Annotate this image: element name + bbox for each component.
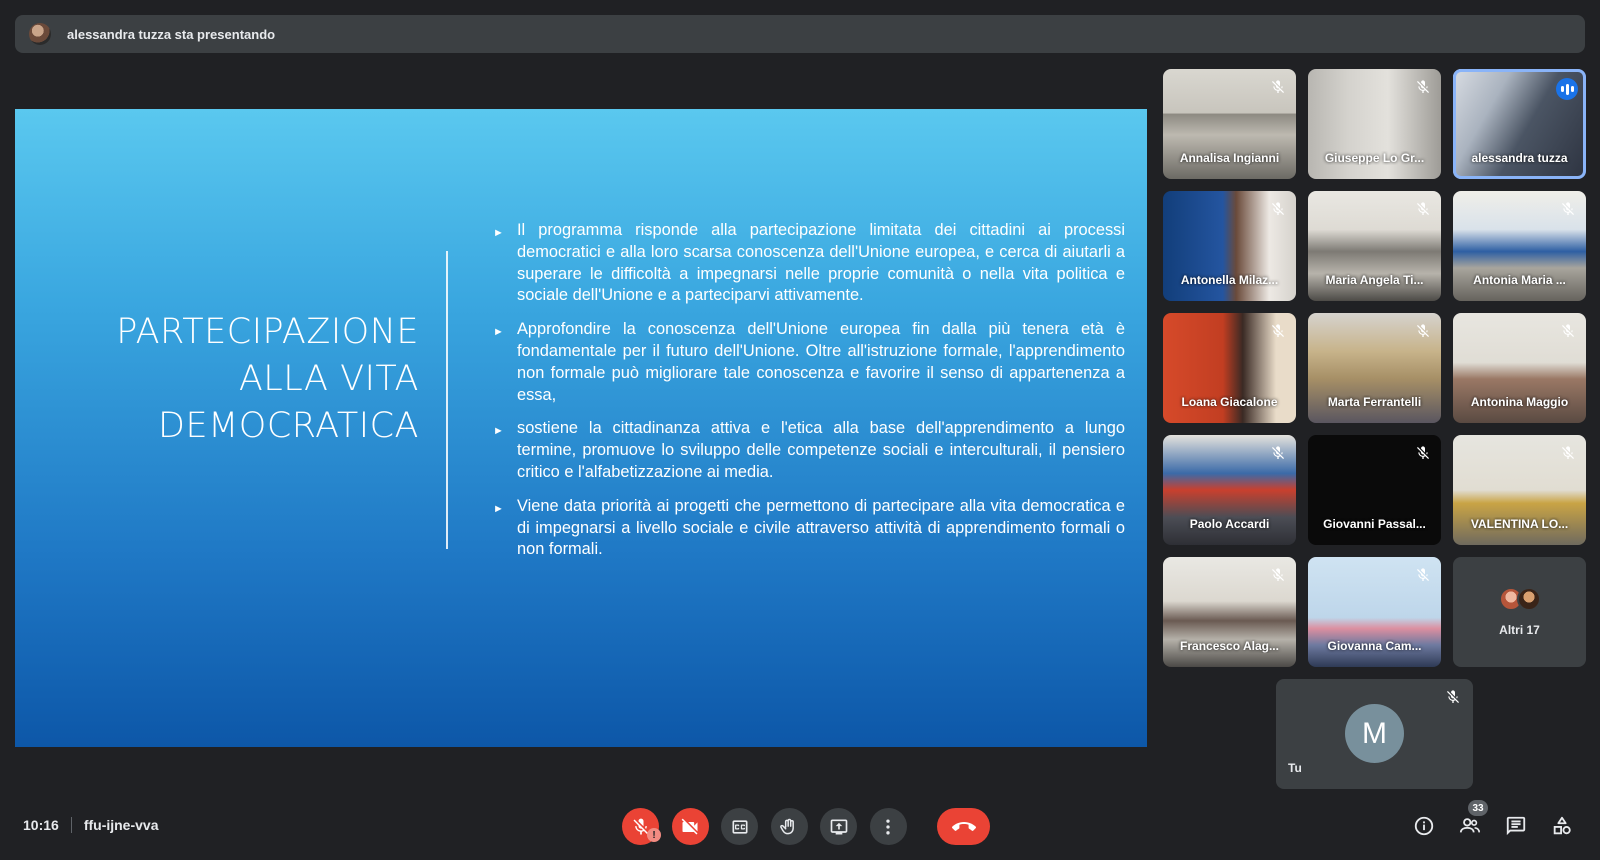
participant-name: alessandra tuzza: [1471, 151, 1568, 165]
warning-icon: !: [647, 828, 661, 842]
participant-name: Francesco Alag...: [1180, 639, 1279, 653]
camera-off-icon: [681, 818, 698, 834]
mic-off-icon: [1562, 202, 1574, 215]
mic-off-icon: [1272, 446, 1284, 459]
participant-tile[interactable]: Marta Ferrantelli: [1308, 313, 1441, 423]
avatar: [1516, 587, 1541, 611]
participant-tile[interactable]: Antonia Maria ...: [1453, 191, 1586, 301]
participant-name: Annalisa Ingianni: [1179, 151, 1280, 165]
shared-screen: PARTECIPAZIONE ALLA VITA DEMOCRATICA ► Il…: [15, 109, 1147, 747]
participant-name: Marta Ferrantelli: [1327, 395, 1422, 409]
presenter-banner: alessandra tuzza sta presentando: [15, 15, 1585, 53]
participant-count-badge: 33: [1468, 800, 1488, 816]
chat-button[interactable]: [1502, 812, 1530, 840]
slide-divider: [446, 251, 448, 549]
participant-name: Antonella Milaz...: [1180, 273, 1279, 287]
participant-tile[interactable]: Giovanna Cam...: [1308, 557, 1441, 667]
separator: [70, 817, 72, 833]
participant-name: Giovanna Cam...: [1327, 639, 1422, 653]
mic-off-icon: [1417, 446, 1429, 459]
others-count-label: Altri 17: [1499, 623, 1540, 637]
call-controls: !: [622, 808, 1003, 845]
participant-tile[interactable]: Antonina Maggio: [1453, 313, 1586, 423]
mic-off-icon: [1417, 324, 1429, 337]
others-avatars: [1498, 587, 1541, 611]
captions-button[interactable]: [721, 808, 758, 845]
camera-toggle-button[interactable]: [671, 808, 709, 845]
presenter-avatar: [29, 23, 51, 45]
self-label: Tu: [1288, 761, 1302, 775]
bullet-arrow-icon: ►: [493, 425, 504, 438]
slide-bullets: ► Il programma risponde alla partecipazio…: [493, 220, 1125, 573]
mic-off-icon: [1272, 568, 1284, 581]
participant-name: Loana Giacalone: [1181, 395, 1278, 409]
activities-button[interactable]: [1548, 812, 1576, 840]
present-icon: [830, 819, 847, 834]
slide-title-line: PARTECIPAZIONE: [116, 312, 419, 352]
slide-bullet: ► sostiene la cittadinanza attiva e l'eti…: [493, 419, 1125, 481]
participant-tile[interactable]: Antonella Milaz...: [1163, 191, 1296, 301]
mic-off-icon: [1272, 202, 1284, 215]
slide-title-line: ALLA VITA: [238, 359, 419, 399]
participant-name: Antonia Maria ...: [1473, 273, 1566, 287]
meeting-details-button[interactable]: [1410, 812, 1438, 840]
participant-tile[interactable]: Paolo Accardi: [1163, 435, 1296, 545]
raise-hand-button[interactable]: [770, 808, 808, 845]
people-button[interactable]: 33: [1456, 800, 1488, 840]
closed-captions-icon: [732, 819, 747, 834]
participant-tile[interactable]: Giovanni Passal...: [1308, 435, 1441, 545]
slide-bullet: ► Approfondire la conoscenza dell'Unione …: [493, 320, 1125, 404]
participant-name: Antonina Maggio: [1470, 395, 1569, 409]
mic-off-icon: [1447, 690, 1459, 703]
slide-bullet: ► Il programma risponde alla partecipazio…: [493, 221, 1125, 305]
mic-off-icon: [1272, 324, 1284, 337]
bullet-arrow-icon: ►: [493, 227, 504, 239]
speaking-indicator-icon: [1556, 78, 1578, 100]
participant-tile[interactable]: VALENTINA LO...: [1453, 435, 1586, 545]
hand-icon: [780, 818, 794, 834]
mic-off-icon: [1417, 568, 1429, 581]
participant-tile[interactable]: Giuseppe Lo Gr...: [1308, 69, 1441, 179]
mic-off-icon: [1562, 446, 1574, 459]
clock-time: 10:16: [23, 817, 59, 833]
participant-tile[interactable]: Loana Giacalone: [1163, 313, 1296, 423]
more-options-button[interactable]: [869, 808, 907, 845]
participant-tile-active-speaker[interactable]: alessandra tuzza: [1453, 69, 1586, 179]
participant-tile[interactable]: Francesco Alag...: [1163, 557, 1296, 667]
people-icon: [1459, 818, 1480, 833]
chat-icon: [1506, 816, 1526, 836]
meeting-info: 10:16 ffu-ijne-vva: [23, 817, 159, 833]
leave-call-button[interactable]: [937, 808, 990, 845]
participant-tile[interactable]: Annalisa Ingianni: [1163, 69, 1296, 179]
mic-off-icon: [1417, 80, 1429, 93]
side-panel-controls: 33: [1410, 800, 1594, 840]
participant-name: Giovanni Passal...: [1323, 517, 1426, 531]
self-avatar: M: [1345, 704, 1404, 763]
mic-off-icon: [1272, 80, 1284, 93]
participant-name: Maria Angela Ti...: [1325, 273, 1424, 287]
mic-off-icon: [1417, 202, 1429, 215]
participant-name: Paolo Accardi: [1189, 517, 1270, 531]
participant-name: VALENTINA LO...: [1470, 517, 1569, 531]
self-tile[interactable]: M Tu: [1276, 679, 1473, 789]
present-screen-button[interactable]: [820, 808, 857, 845]
bullet-arrow-icon: ►: [493, 502, 504, 515]
meeting-code: ffu-ijne-vva: [83, 817, 159, 833]
more-vert-icon: [886, 819, 890, 834]
participant-name: Giuseppe Lo Gr...: [1324, 151, 1425, 165]
slide-title-line: DEMOCRATICA: [158, 406, 419, 446]
phone-hangup-icon: [951, 821, 976, 831]
info-icon: [1414, 816, 1434, 836]
mic-off-icon: [1562, 324, 1574, 337]
slide-title: PARTECIPAZIONE ALLA VITA DEMOCRATICA: [59, 309, 419, 450]
activities-icon: [1553, 816, 1571, 835]
participant-tile[interactable]: Maria Angela Ti...: [1308, 191, 1441, 301]
microphone-toggle-button[interactable]: !: [622, 808, 661, 845]
presenting-text: alessandra tuzza sta presentando: [67, 26, 276, 42]
bullet-arrow-icon: ►: [493, 326, 504, 339]
slide-bullet: ► Viene data priorità ai progetti che per…: [493, 496, 1125, 559]
others-tile[interactable]: Altri 17: [1453, 557, 1586, 667]
